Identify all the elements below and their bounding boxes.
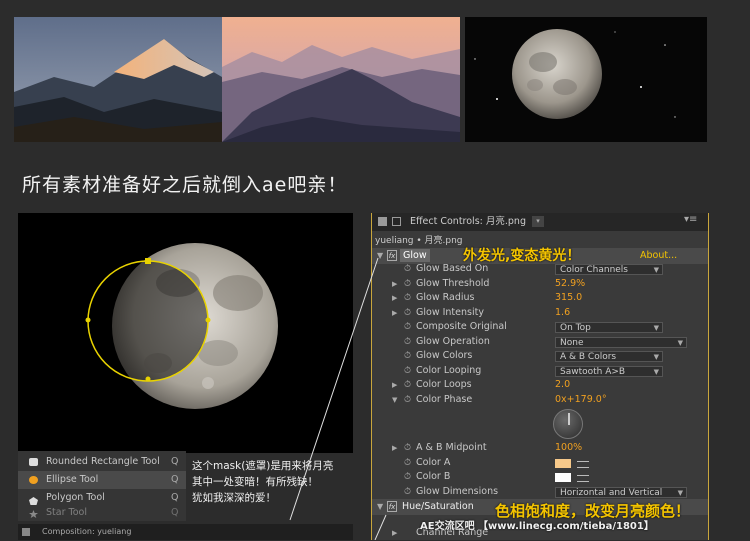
moon-photo <box>465 17 707 142</box>
glow-threshold-row: ▶ ⏱ Glow Threshold 52.9% <box>372 277 708 292</box>
star-tool[interactable]: Star Tool Q <box>18 506 186 520</box>
stopwatch-icon[interactable]: ⏱ <box>404 485 411 500</box>
note-line-1: 这个mask(遮罩)是用来将月亮 <box>192 460 334 472</box>
color-b-row: ⏱ Color B <box>372 470 708 485</box>
color-loops-value[interactable]: 2.0 <box>555 378 570 393</box>
expand-triangle-icon[interactable]: ▶ <box>392 277 397 292</box>
composite-original-row: ⏱ Composite Original On Top ▼ <box>372 320 708 335</box>
panel-menu-icon[interactable] <box>378 217 387 226</box>
layer-path: yueliang • 月亮.png <box>375 236 463 246</box>
fx-icon[interactable]: fx <box>387 250 397 261</box>
effect-name: Glow <box>400 249 430 262</box>
star-icon <box>29 509 38 518</box>
stopwatch-icon[interactable]: ⏱ <box>404 262 411 277</box>
panel-options-icon[interactable]: ▾≡ <box>684 214 697 225</box>
glow-intensity-row: ▶ ⏱ Glow Intensity 1.6 <box>372 306 708 321</box>
stopwatch-icon[interactable]: ⏱ <box>404 364 411 379</box>
glow-colors-row: ⏱ Glow Colors A & B Colors ▼ <box>372 349 708 364</box>
stopwatch-icon[interactable]: ⏱ <box>404 320 411 335</box>
color-loops-row: ▶ ⏱ Color Loops 2.0 <box>372 378 708 393</box>
ab-midpoint-row: ▶ ⏱ A & B Midpoint 100% <box>372 441 708 456</box>
color-phase-row: ▼ ⏱ Color Phase 0x+179.0° <box>372 393 708 408</box>
composition-viewer[interactable] <box>18 213 353 453</box>
polygon-tool[interactable]: Polygon Tool Q <box>18 489 186 507</box>
note-line-3: 犹如我深深的爱！ <box>192 492 276 504</box>
stopwatch-icon[interactable]: ⏱ <box>404 335 411 350</box>
stopwatch-icon[interactable]: ⏱ <box>404 456 411 471</box>
rounded-rectangle-icon <box>29 458 38 466</box>
color-a-swatch[interactable] <box>555 458 571 468</box>
ellipse-tool[interactable]: Ellipse Tool Q <box>18 471 186 489</box>
glow-radius-row: ▶ ⏱ Glow Radius 315.0 <box>372 291 708 306</box>
stopwatch-icon[interactable]: ⏱ <box>404 277 411 292</box>
mountain-range-photo <box>222 17 460 142</box>
collapse-triangle-icon[interactable]: ▼ <box>392 393 397 408</box>
stopwatch-icon[interactable]: ⏱ <box>404 291 411 306</box>
fx-icon[interactable]: fx <box>387 501 397 512</box>
mask-vertex[interactable] <box>205 317 211 323</box>
chevron-down-icon: ▼ <box>677 338 683 347</box>
collapse-triangle-icon[interactable]: ▼ <box>377 502 383 511</box>
eyedropper-icon[interactable] <box>577 475 589 482</box>
page-heading: 所有素材准备好之后就倒入ae吧亲！ <box>22 174 348 196</box>
mask-vertex[interactable] <box>145 376 151 382</box>
chevron-down-icon: ▼ <box>653 353 659 361</box>
shape-tools-menu: Rounded Rectangle Tool Q Ellipse Tool Q … <box>18 451 186 521</box>
stopwatch-icon[interactable]: ⏱ <box>404 393 411 408</box>
effect-name: Hue/Saturation <box>402 501 474 512</box>
glow-colors-dropdown[interactable]: A & B Colors ▼ <box>555 351 663 362</box>
chevron-down-icon: ▼ <box>653 266 659 274</box>
glow-dimensions-row: ⏱ Glow Dimensions Horizontal and Vertica… <box>372 485 708 500</box>
expand-triangle-icon[interactable]: ▶ <box>392 291 397 306</box>
composite-original-dropdown[interactable]: On Top ▼ <box>555 322 663 333</box>
lock-icon[interactable] <box>392 217 401 226</box>
glow-operation-row: ⏱ Glow Operation None ▼ <box>372 335 708 350</box>
rounded-rectangle-tool[interactable]: Rounded Rectangle Tool Q <box>18 453 186 471</box>
stopwatch-icon[interactable]: ⏱ <box>404 441 411 456</box>
chevron-down-icon: ▼ <box>677 488 683 497</box>
stopwatch-icon[interactable]: ⏱ <box>404 470 411 485</box>
stopwatch-icon[interactable]: ⏱ <box>404 378 411 393</box>
color-looping-dropdown[interactable]: Sawtooth A>B ▼ <box>555 365 663 377</box>
polygon-icon <box>29 494 38 505</box>
dial-needle <box>568 413 570 425</box>
expand-triangle-icon[interactable]: ▶ <box>392 441 397 456</box>
chevron-down-icon: ▼ <box>653 367 659 376</box>
expand-triangle-icon[interactable]: ▶ <box>392 526 397 541</box>
eyedropper-icon[interactable] <box>577 460 589 468</box>
color-phase-value[interactable]: 0x+179.0° <box>555 393 607 408</box>
mask-vertex[interactable] <box>85 317 91 323</box>
mask-vertex[interactable] <box>145 258 151 264</box>
color-a-row: ⏱ Color A <box>372 456 708 471</box>
glow-intensity-value[interactable]: 1.6 <box>555 306 570 321</box>
watermark: AE交流区吧 【www.linecg.com/tieba/1801】 <box>420 521 654 532</box>
ellipse-mask[interactable] <box>18 213 353 453</box>
composition-tab[interactable]: Composition: yueliang <box>42 524 131 540</box>
stopwatch-icon[interactable]: ⏱ <box>404 349 411 364</box>
viewer-lock-icon <box>22 528 30 536</box>
effect-controls-tabbar: Effect Controls: 月亮.png ▾ ▾≡ <box>372 213 708 231</box>
color-b-swatch[interactable] <box>555 473 571 482</box>
composition-tab-bar: Composition: yueliang <box>18 524 353 540</box>
glow-caption: 外发光,变态黄光！ <box>463 248 581 264</box>
glow-dimensions-dropdown[interactable]: Horizontal and Vertical ▼ <box>555 486 687 498</box>
color-looping-row: ⏱ Color Looping Sawtooth A>B ▼ <box>372 364 708 379</box>
glow-threshold-value[interactable]: 52.9% <box>555 277 585 292</box>
collapse-triangle-icon[interactable]: ▼ <box>377 251 383 260</box>
color-phase-dial[interactable] <box>553 409 583 439</box>
ab-midpoint-value[interactable]: 100% <box>555 441 582 456</box>
effect-controls-tab[interactable]: Effect Controls: 月亮.png <box>410 213 526 231</box>
stopwatch-icon[interactable]: ⏱ <box>404 306 411 321</box>
tab-dropdown-icon[interactable]: ▾ <box>532 216 544 227</box>
ellipse-icon <box>29 476 38 484</box>
chevron-down-icon: ▼ <box>653 324 659 332</box>
glow-radius-value[interactable]: 315.0 <box>555 291 582 306</box>
mountain-sunset-photo <box>14 17 222 142</box>
expand-triangle-icon[interactable]: ▶ <box>392 306 397 321</box>
note-line-2: 其中一处变暗！有所残缺！ <box>192 476 318 488</box>
expand-triangle-icon[interactable]: ▶ <box>392 378 397 393</box>
glow-operation-dropdown[interactable]: None ▼ <box>555 336 687 348</box>
glow-based-on-dropdown[interactable]: Color Channels ▼ <box>555 264 663 275</box>
